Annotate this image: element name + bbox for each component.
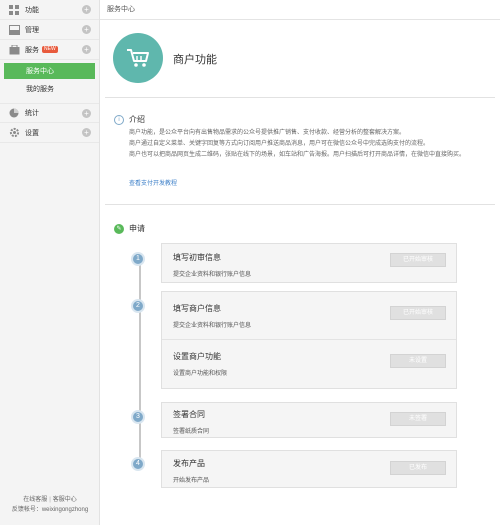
support-center-link[interactable]: 客服中心 <box>53 497 77 503</box>
sidebar-item-label: 功能 <box>25 6 39 14</box>
breadcrumb: 服务中心 <box>100 0 500 20</box>
expand-plus-icon[interactable]: + <box>82 128 91 137</box>
sidebar-item-label: 管理 <box>25 26 39 34</box>
step-desc: 开始发布产品 <box>173 478 210 484</box>
step-card-publish: 发布产品 开始发布产品 已发布 <box>161 450 457 488</box>
step-desc: 设置商户功能和权限 <box>173 371 228 377</box>
new-badge: NEW <box>42 46 58 53</box>
payment-tutorial-link[interactable]: 查看支付开发教程 <box>129 178 177 187</box>
inbox-icon <box>8 24 20 36</box>
sidebar-item-features[interactable]: 功能 + <box>0 0 99 20</box>
online-support-link[interactable]: 在线客服 <box>23 497 47 503</box>
footer-separator: | <box>49 497 51 503</box>
step-card-contract: 签署合同 签署纸质合同 未签署 <box>161 402 457 438</box>
step-number-badge: 1 <box>131 252 145 266</box>
step-number-badge: 2 <box>131 299 145 313</box>
step-status-button[interactable]: 已开始审核 <box>390 253 446 267</box>
sidebar-item-service[interactable]: 服务 NEW + <box>0 40 99 60</box>
apply-section-header: ✎ 申请 <box>114 223 145 234</box>
grid-icon <box>8 4 20 16</box>
step-desc: 提交企业资料和银行账户信息 <box>173 272 252 278</box>
sidebar: 功能 + 管理 + 服务 NEW + 服务中心 我的服务 统计 + 设置 + 在… <box>0 0 100 525</box>
feedback-account: 反馈帐号：weixingongzhong <box>11 507 89 513</box>
step-number-badge: 3 <box>131 410 145 424</box>
intro-text: 商户功能，是公众平台向有出售物品需求的公众号提供推广销售、支付收款、经营分析的整… <box>129 128 489 161</box>
expand-plus-icon[interactable]: + <box>82 5 91 14</box>
timeline-line <box>139 260 141 465</box>
divider <box>105 97 495 98</box>
step-status-button[interactable]: 未设置 <box>390 354 446 368</box>
expand-plus-icon[interactable]: + <box>82 25 91 34</box>
sidebar-subitem-service-center[interactable]: 服务中心 <box>4 63 95 79</box>
sidebar-item-stats[interactable]: 统计 + <box>0 103 99 123</box>
main-content: 服务中心 商户功能 i 介绍 商户功能，是公众平台向有出售物品需求的公众号提供推… <box>100 0 500 525</box>
step-card-merchant-info: 填写商户信息 提交企业资料和银行账户信息 已开始审核 设置商户功能 设置商户功能… <box>161 291 457 389</box>
intro-paragraph: 商户功能，是公众平台向有出售物品需求的公众号提供推广销售、支付收款、经营分析的整… <box>129 130 406 136</box>
sidebar-subitem-my-services[interactable]: 我的服务 <box>0 81 99 97</box>
intro-paragraph: 商户通过自定义菜单、关键字回复等方式向订阅用户推送商品消息，用户可在微信公众号中… <box>129 141 430 147</box>
divider <box>105 204 495 205</box>
step-card-initial-review: 填写初审信息 提交企业资料和银行账户信息 已开始审核 <box>161 243 457 283</box>
step-number-badge: 4 <box>131 457 145 471</box>
hero-header: 商户功能 <box>100 20 500 98</box>
apply-title: 申请 <box>129 224 145 233</box>
collapse-plus-icon[interactable]: + <box>82 45 91 54</box>
step-desc: 签署纸质合同 <box>173 429 210 435</box>
service-icon <box>8 44 20 56</box>
step-status-button[interactable]: 未签署 <box>390 412 446 426</box>
divider <box>162 339 456 340</box>
page-title: 商户功能 <box>173 54 217 66</box>
sidebar-item-settings[interactable]: 设置 + <box>0 123 99 143</box>
pencil-icon: ✎ <box>114 223 124 234</box>
sidebar-footer: 在线客服 | 客服中心 反馈帐号：weixingongzhong <box>0 495 100 515</box>
sidebar-item-manage[interactable]: 管理 + <box>0 20 99 40</box>
step-status-button[interactable]: 已发布 <box>390 461 446 475</box>
intro-title: 介绍 <box>129 115 145 124</box>
gear-icon <box>8 127 20 139</box>
shopping-cart-icon <box>113 33 163 83</box>
pie-chart-icon <box>8 107 20 119</box>
intro-paragraph: 商户也可以把商品网页生成二维码，张贴在线下的场景，如车站和广告海报。用户扫描后可… <box>129 152 466 158</box>
sidebar-item-label: 设置 <box>25 129 39 137</box>
intro-section-header: i 介绍 <box>114 114 145 125</box>
sidebar-item-label: 统计 <box>25 110 39 117</box>
step-status-button[interactable]: 已开始审核 <box>390 306 446 320</box>
info-icon: i <box>114 114 124 125</box>
step-desc: 提交企业资料和银行账户信息 <box>173 323 252 329</box>
sidebar-item-label: 服务 <box>25 46 39 54</box>
expand-plus-icon[interactable]: + <box>82 109 91 118</box>
